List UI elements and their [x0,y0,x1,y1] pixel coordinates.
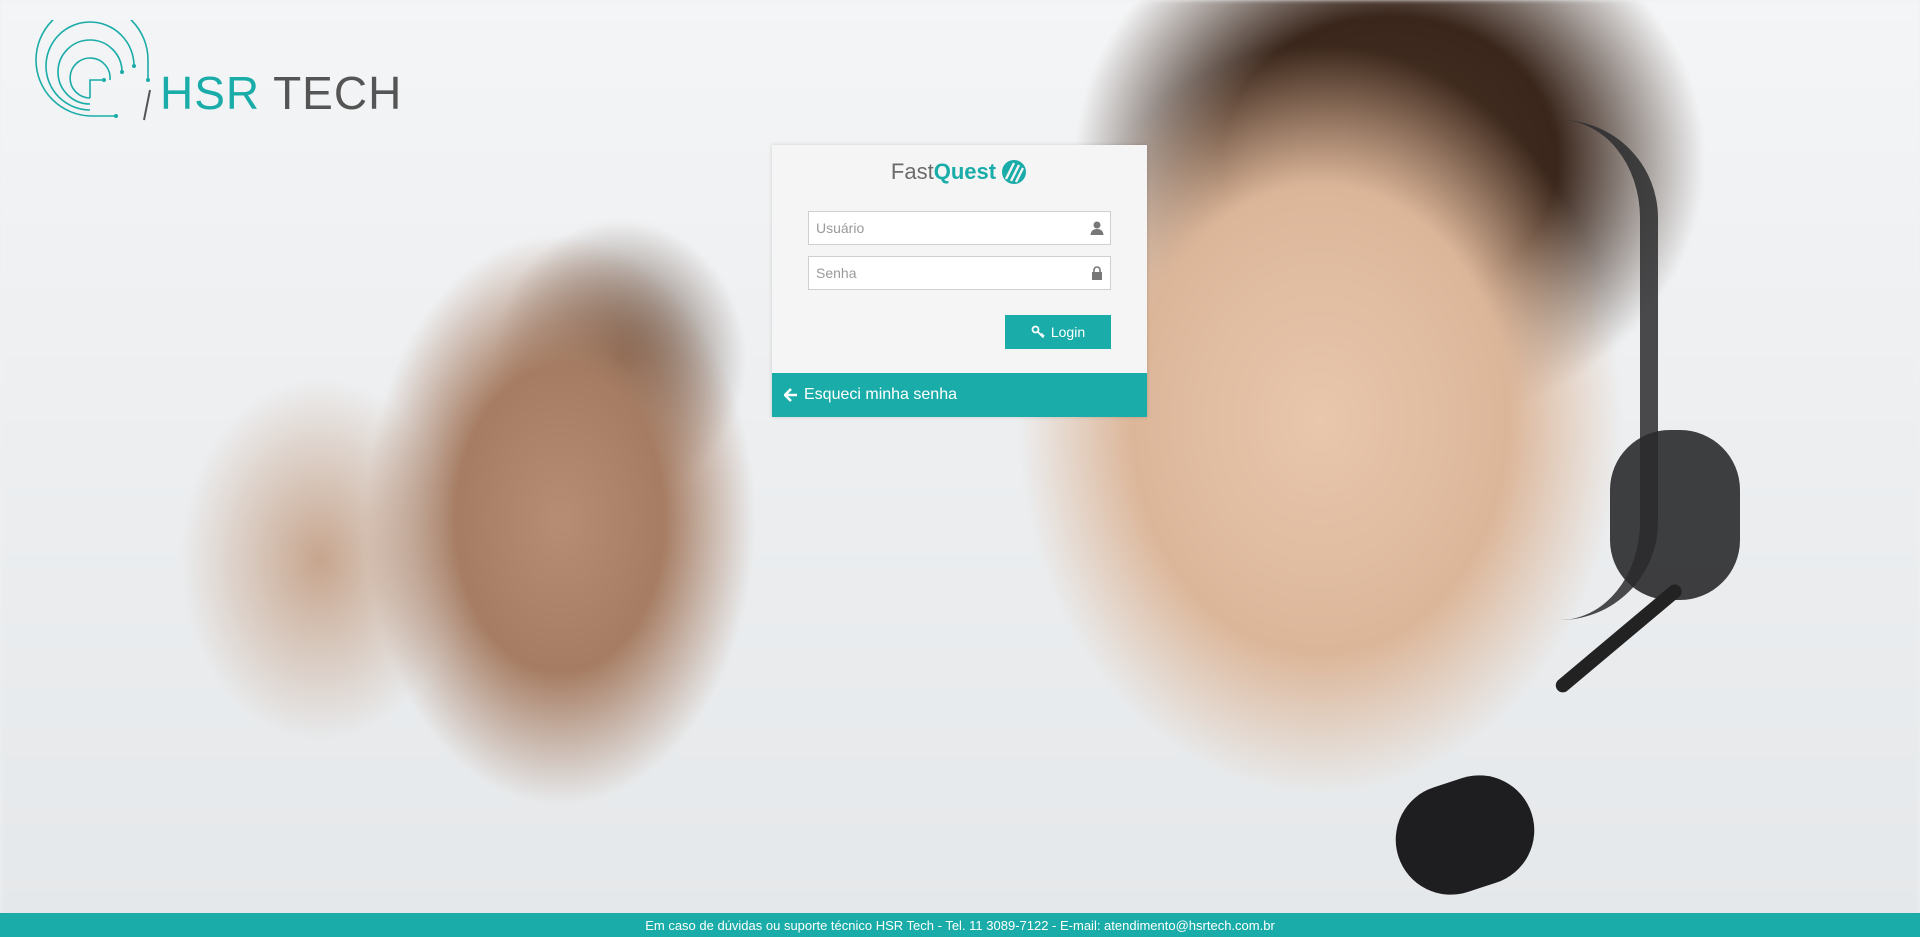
headset-earpiece-image [1610,430,1740,600]
arrow-left-icon [784,388,797,402]
fastquest-logo-icon [1002,160,1027,184]
logo-hsr-text: HSR [160,67,261,119]
login-card-body: FastQuest Usuário Login [772,145,1147,373]
user-icon [1090,221,1104,235]
hsr-circuit-logo-icon [35,20,151,121]
company-logo-text: HSR TECH [160,66,402,120]
key-icon [1031,325,1045,339]
login-card: FastQuest Usuário Login Esqueci minha se… [772,145,1147,417]
login-page: HSR TECH FastQuest Usuário Login Esqueci… [0,0,1920,937]
login-button-label: Login [1050,324,1086,340]
forgot-password-link[interactable]: Esqueci minha senha [772,373,1147,417]
support-footer: Em caso de dúvidas ou suporte técnico HS… [0,913,1920,937]
product-logo: FastQuest [808,159,1111,185]
login-button-row: Login [808,315,1111,349]
support-footer-text: Em caso de dúvidas ou suporte técnico HS… [645,917,1275,933]
login-button[interactable]: Login [1005,315,1111,349]
password-input[interactable] [809,257,1110,289]
password-field[interactable] [808,256,1111,290]
company-logo: HSR TECH [30,20,402,122]
username-input[interactable] [809,212,1110,244]
product-logo-fast: Fast [890,159,934,184]
product-logo-quest: Quest [933,159,997,184]
username-field[interactable] [808,211,1111,245]
forgot-password-label: Esqueci minha senha [804,386,957,403]
lock-icon [1092,266,1102,280]
logo-tech-text: TECH [260,67,403,119]
